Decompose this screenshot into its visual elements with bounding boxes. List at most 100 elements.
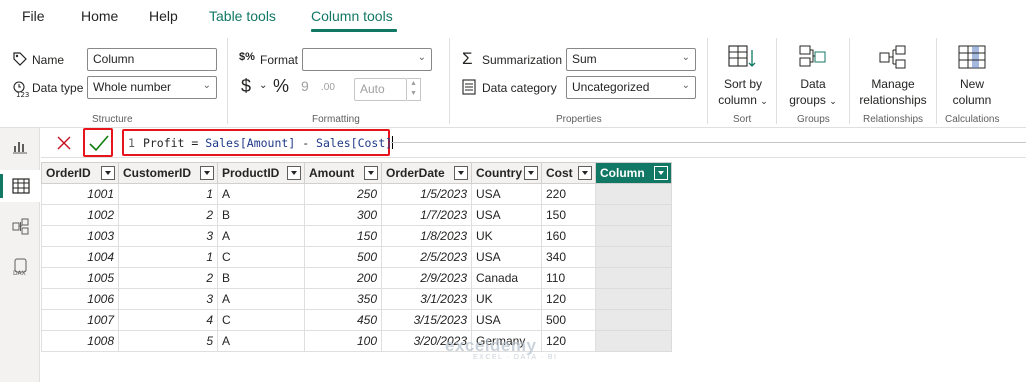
table-cell[interactable]: 3 (118, 225, 218, 247)
table-cell[interactable]: 340 (541, 246, 596, 268)
table-row[interactable]: 1007 4 C 450 3/15/2023 USA 500 (41, 309, 672, 331)
filter-dropdown-icon[interactable] (524, 166, 538, 180)
decimal-places-input[interactable]: Auto (354, 78, 407, 101)
table-row[interactable]: 1006 3 A 350 3/1/2023 UK 120 (41, 288, 672, 310)
percent-button[interactable]: % (273, 76, 289, 97)
tab-home[interactable]: Home (81, 8, 118, 24)
table-cell[interactable]: 1006 (41, 288, 119, 310)
table-cell[interactable]: 450 (304, 309, 382, 331)
summarization-select[interactable]: Sum ⌄ (566, 48, 696, 71)
table-cell[interactable]: 200 (304, 267, 382, 289)
report-view-button[interactable] (0, 130, 40, 162)
new-column-button[interactable]: New column (942, 44, 1002, 108)
tab-help[interactable]: Help (149, 8, 178, 24)
new-column-cell[interactable] (595, 330, 672, 352)
currency-button[interactable]: $ (241, 76, 251, 97)
table-cell[interactable]: 2 (118, 267, 218, 289)
table-cell[interactable]: 2 (118, 204, 218, 226)
column-header-orderid[interactable]: OrderID (41, 162, 119, 184)
table-cell[interactable]: USA (471, 309, 542, 331)
new-column-cell[interactable] (595, 225, 672, 247)
column-header-country[interactable]: Country (471, 162, 542, 184)
new-column-cell[interactable] (595, 267, 672, 289)
table-cell[interactable]: A (217, 288, 305, 310)
tab-column-tools[interactable]: Column tools (311, 8, 393, 24)
column-header-productid[interactable]: ProductID (217, 162, 305, 184)
table-cell[interactable]: 100 (304, 330, 382, 352)
table-cell[interactable]: 350 (304, 288, 382, 310)
table-cell[interactable]: A (217, 183, 305, 205)
filter-dropdown-icon[interactable] (287, 166, 301, 180)
new-column-cell[interactable] (595, 246, 672, 268)
name-input[interactable]: Column (87, 48, 217, 71)
table-row[interactable]: 1001 1 A 250 1/5/2023 USA 220 (41, 183, 672, 205)
data-category-select[interactable]: Uncategorized ⌄ (566, 76, 696, 99)
table-cell[interactable]: A (217, 225, 305, 247)
table-cell[interactable]: 1/5/2023 (381, 183, 472, 205)
commit-formula-button[interactable] (83, 128, 113, 157)
table-cell[interactable]: B (217, 267, 305, 289)
new-column-cell[interactable] (595, 204, 672, 226)
comma-button[interactable]: 9 (301, 78, 309, 94)
table-cell[interactable]: UK (471, 288, 542, 310)
currency-chevron-icon[interactable]: ⌄ (259, 80, 267, 91)
table-cell[interactable]: 1003 (41, 225, 119, 247)
column-header-customerid[interactable]: CustomerID (118, 162, 218, 184)
format-select[interactable]: ⌄ (302, 48, 432, 71)
column-header-orderdate[interactable]: OrderDate (381, 162, 472, 184)
table-cell[interactable]: 1002 (41, 204, 119, 226)
table-cell[interactable]: 300 (304, 204, 382, 226)
table-cell[interactable]: 2/9/2023 (381, 267, 472, 289)
column-header-new-column[interactable]: Column (595, 162, 672, 184)
table-row[interactable]: 1002 2 B 300 1/7/2023 USA 150 (41, 204, 672, 226)
data-view-button[interactable] (0, 170, 40, 202)
table-row[interactable]: 1004 1 C 500 2/5/2023 USA 340 (41, 246, 672, 268)
table-cell[interactable]: UK (471, 225, 542, 247)
cancel-formula-button[interactable] (53, 132, 75, 154)
table-cell[interactable]: 160 (541, 225, 596, 247)
table-cell[interactable]: USA (471, 246, 542, 268)
table-cell[interactable]: 250 (304, 183, 382, 205)
column-header-amount[interactable]: Amount (304, 162, 382, 184)
table-cell[interactable]: 1004 (41, 246, 119, 268)
tab-table-tools[interactable]: Table tools (209, 8, 276, 24)
table-cell[interactable]: 1/8/2023 (381, 225, 472, 247)
table-cell[interactable]: 2/5/2023 (381, 246, 472, 268)
table-cell[interactable]: 500 (541, 309, 596, 331)
table-cell[interactable]: 120 (541, 288, 596, 310)
filter-dropdown-icon[interactable] (654, 166, 668, 180)
table-row[interactable]: 1003 3 A 150 1/8/2023 UK 160 (41, 225, 672, 247)
table-cell[interactable]: 1/7/2023 (381, 204, 472, 226)
table-cell[interactable]: B (217, 204, 305, 226)
table-cell[interactable]: 4 (118, 309, 218, 331)
dax-query-view-button[interactable]: DAX (0, 250, 40, 282)
table-cell[interactable]: 1 (118, 183, 218, 205)
table-cell[interactable]: 3 (118, 288, 218, 310)
model-view-button[interactable] (0, 210, 40, 242)
data-groups-button[interactable]: Data groups ⌄ (783, 44, 843, 109)
table-cell[interactable]: 150 (304, 225, 382, 247)
table-cell[interactable]: A (217, 330, 305, 352)
table-cell[interactable]: Canada (471, 267, 542, 289)
filter-dropdown-icon[interactable] (454, 166, 468, 180)
table-cell[interactable]: 1005 (41, 267, 119, 289)
table-cell[interactable]: USA (471, 204, 542, 226)
table-cell[interactable]: 110 (541, 267, 596, 289)
filter-dropdown-icon[interactable] (364, 166, 378, 180)
decimal-spinner[interactable]: ▲ ▼ (407, 78, 421, 101)
table-cell[interactable]: C (217, 309, 305, 331)
filter-dropdown-icon[interactable] (200, 166, 214, 180)
table-cell[interactable]: 1 (118, 246, 218, 268)
table-cell[interactable]: 3/15/2023 (381, 309, 472, 331)
table-cell[interactable]: C (217, 246, 305, 268)
tab-file[interactable]: File (22, 8, 45, 24)
manage-relationships-button[interactable]: Manage relationships (853, 44, 933, 108)
table-cell[interactable]: 150 (541, 204, 596, 226)
table-row[interactable]: 1005 2 B 200 2/9/2023 Canada 110 (41, 267, 672, 289)
table-cell[interactable]: 1008 (41, 330, 119, 352)
table-cell[interactable]: 3/1/2023 (381, 288, 472, 310)
data-type-select[interactable]: Whole number ⌄ (87, 76, 217, 99)
column-header-cost[interactable]: Cost (541, 162, 596, 184)
table-cell[interactable]: 220 (541, 183, 596, 205)
table-cell[interactable]: 1007 (41, 309, 119, 331)
